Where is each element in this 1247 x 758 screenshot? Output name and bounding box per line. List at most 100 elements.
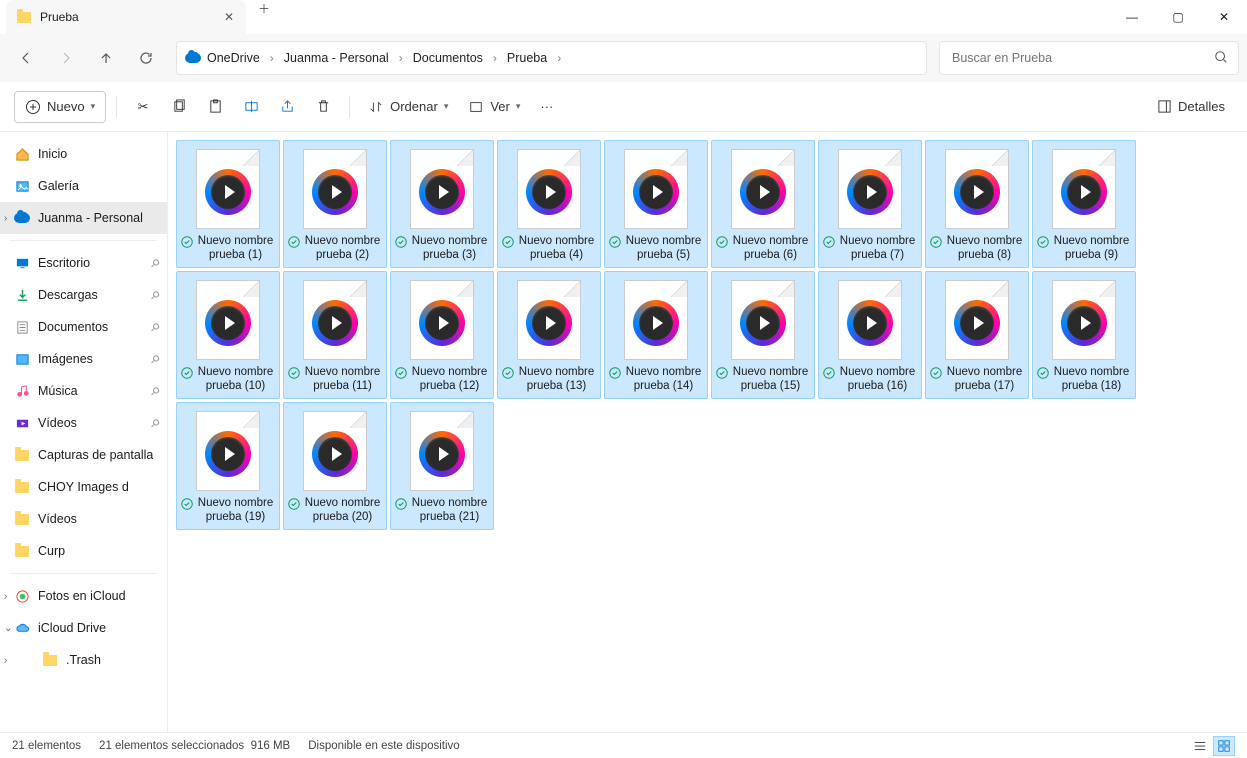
file-item[interactable]: Nuevo nombre prueba (7) bbox=[818, 140, 922, 268]
file-name: Nuevo nombre prueba (14) bbox=[624, 366, 703, 394]
crumb-2[interactable]: Documentos bbox=[409, 51, 487, 65]
file-thumbnail bbox=[724, 278, 802, 362]
file-item[interactable]: Nuevo nombre prueba (5) bbox=[604, 140, 708, 268]
new-button[interactable]: Nuevo ▾ bbox=[14, 91, 106, 123]
close-tab-icon[interactable]: ✕ bbox=[222, 10, 236, 24]
sync-check-icon bbox=[1037, 367, 1049, 384]
sidebar-item-inicio[interactable]: Inicio bbox=[0, 138, 167, 170]
share-icon bbox=[279, 99, 295, 115]
sync-check-icon bbox=[395, 367, 407, 384]
sidebar-item-fotos-en-icloud[interactable]: › Fotos en iCloud bbox=[0, 580, 167, 612]
cut-button[interactable]: ✂ bbox=[127, 91, 159, 123]
ellipsis-icon: ··· bbox=[540, 99, 553, 114]
chevron-icon[interactable]: ⌄ bbox=[4, 623, 16, 634]
sidebar-item-curp[interactable]: Curp bbox=[0, 535, 167, 567]
file-name: Nuevo nombre prueba (17) bbox=[945, 366, 1024, 394]
sort-label: Ordenar bbox=[390, 99, 438, 114]
chevron-icon[interactable]: › bbox=[4, 655, 16, 666]
crumb-3[interactable]: Prueba bbox=[503, 51, 551, 65]
pin-icon: ⚲ bbox=[148, 320, 163, 335]
breadcrumb[interactable]: OneDrive › Juanma - Personal › Documento… bbox=[176, 41, 927, 75]
file-item[interactable]: Nuevo nombre prueba (8) bbox=[925, 140, 1029, 268]
sidebar-item-vídeos[interactable]: Vídeos⚲ bbox=[0, 407, 167, 439]
sidebar-item-.trash[interactable]: ›.Trash bbox=[0, 644, 167, 676]
file-item[interactable]: Nuevo nombre prueba (10) bbox=[176, 271, 280, 399]
grid-view-toggle[interactable] bbox=[1213, 736, 1235, 756]
file-item[interactable]: Nuevo nombre prueba (20) bbox=[283, 402, 387, 530]
file-name: Nuevo nombre prueba (4) bbox=[517, 235, 596, 263]
file-item[interactable]: Nuevo nombre prueba (3) bbox=[390, 140, 494, 268]
media-play-icon bbox=[526, 169, 572, 215]
rename-button[interactable] bbox=[235, 91, 267, 123]
sidebar-item-documentos[interactable]: Documentos⚲ bbox=[0, 311, 167, 343]
add-tab-button[interactable]: ＋ bbox=[246, 0, 282, 17]
file-thumbnail bbox=[510, 278, 588, 362]
copy-icon bbox=[171, 99, 187, 115]
details-pane-button[interactable]: Detalles bbox=[1148, 91, 1233, 123]
back-button[interactable] bbox=[8, 40, 44, 76]
file-item[interactable]: Nuevo nombre prueba (17) bbox=[925, 271, 1029, 399]
sidebar-item-choy-images-d[interactable]: CHOY Images d bbox=[0, 471, 167, 503]
media-play-icon bbox=[954, 169, 1000, 215]
sidebar-item-label: Música bbox=[38, 384, 78, 398]
file-item[interactable]: Nuevo nombre prueba (21) bbox=[390, 402, 494, 530]
up-button[interactable] bbox=[88, 40, 124, 76]
more-button[interactable]: ··· bbox=[532, 91, 561, 123]
cloud-icon bbox=[14, 210, 30, 226]
file-item[interactable]: Nuevo nombre prueba (16) bbox=[818, 271, 922, 399]
sidebar-item-galería[interactable]: Galería bbox=[0, 170, 167, 202]
minimize-button[interactable]: — bbox=[1109, 0, 1155, 34]
crumb-0[interactable]: OneDrive bbox=[203, 51, 264, 65]
sidebar-item-descargas[interactable]: Descargas⚲ bbox=[0, 279, 167, 311]
sync-check-icon bbox=[502, 236, 514, 253]
file-item[interactable]: Nuevo nombre prueba (13) bbox=[497, 271, 601, 399]
file-thumbnail bbox=[1045, 147, 1123, 231]
sort-button[interactable]: Ordenar ▾ bbox=[360, 91, 456, 123]
search-input[interactable] bbox=[950, 50, 1214, 66]
delete-button[interactable] bbox=[307, 91, 339, 123]
search-box[interactable] bbox=[939, 41, 1239, 75]
sidebar-item-juanma---personal[interactable]: ›Juanma - Personal bbox=[0, 202, 167, 234]
sidebar-item-icloud-drive[interactable]: ⌄iCloud Drive bbox=[0, 612, 167, 644]
forward-button[interactable] bbox=[48, 40, 84, 76]
copy-button[interactable] bbox=[163, 91, 195, 123]
file-item[interactable]: Nuevo nombre prueba (14) bbox=[604, 271, 708, 399]
share-button[interactable] bbox=[271, 91, 303, 123]
chevron-icon[interactable]: › bbox=[4, 591, 16, 602]
chevron-right-icon: › bbox=[266, 51, 278, 65]
refresh-button[interactable] bbox=[128, 40, 164, 76]
file-pane[interactable]: Nuevo nombre prueba (1) Nuevo nombre pru… bbox=[168, 132, 1247, 732]
folder-icon bbox=[16, 9, 32, 25]
sidebar-item-label: Fotos en iCloud bbox=[38, 589, 126, 603]
file-item[interactable]: Nuevo nombre prueba (6) bbox=[711, 140, 815, 268]
sidebar-item-imágenes[interactable]: Imágenes⚲ bbox=[0, 343, 167, 375]
media-play-icon bbox=[205, 431, 251, 477]
crumb-1[interactable]: Juanma - Personal bbox=[280, 51, 393, 65]
paste-button[interactable] bbox=[199, 91, 231, 123]
file-item[interactable]: Nuevo nombre prueba (1) bbox=[176, 140, 280, 268]
close-button[interactable]: ✕ bbox=[1201, 0, 1247, 34]
window-tab[interactable]: Prueba ✕ bbox=[6, 0, 246, 34]
file-item[interactable]: Nuevo nombre prueba (9) bbox=[1032, 140, 1136, 268]
file-item[interactable]: Nuevo nombre prueba (18) bbox=[1032, 271, 1136, 399]
media-play-icon bbox=[205, 169, 251, 215]
sidebar-item-música[interactable]: Música⚲ bbox=[0, 375, 167, 407]
sidebar-item-escritorio[interactable]: Escritorio⚲ bbox=[0, 247, 167, 279]
sidebar-item-capturas-de-pantalla[interactable]: Capturas de pantalla bbox=[0, 439, 167, 471]
view-button[interactable]: Ver ▾ bbox=[460, 91, 528, 123]
file-item[interactable]: Nuevo nombre prueba (12) bbox=[390, 271, 494, 399]
maximize-button[interactable]: ▢ bbox=[1155, 0, 1201, 34]
file-item[interactable]: Nuevo nombre prueba (11) bbox=[283, 271, 387, 399]
file-name: Nuevo nombre prueba (10) bbox=[196, 366, 275, 394]
sidebar-item-vídeos[interactable]: Vídeos bbox=[0, 503, 167, 535]
chevron-down-icon: ▾ bbox=[516, 101, 521, 112]
file-item[interactable]: Nuevo nombre prueba (15) bbox=[711, 271, 815, 399]
list-view-toggle[interactable] bbox=[1189, 736, 1211, 756]
file-item[interactable]: Nuevo nombre prueba (19) bbox=[176, 402, 280, 530]
toolbar: Nuevo ▾ ✂ Ordenar ▾ Ver ▾ ··· Detalles bbox=[0, 82, 1247, 132]
status-selected: 21 elementos seleccionados 916 MB bbox=[99, 740, 290, 752]
file-item[interactable]: Nuevo nombre prueba (2) bbox=[283, 140, 387, 268]
doc-icon bbox=[14, 319, 30, 335]
sync-check-icon bbox=[823, 236, 835, 253]
file-item[interactable]: Nuevo nombre prueba (4) bbox=[497, 140, 601, 268]
